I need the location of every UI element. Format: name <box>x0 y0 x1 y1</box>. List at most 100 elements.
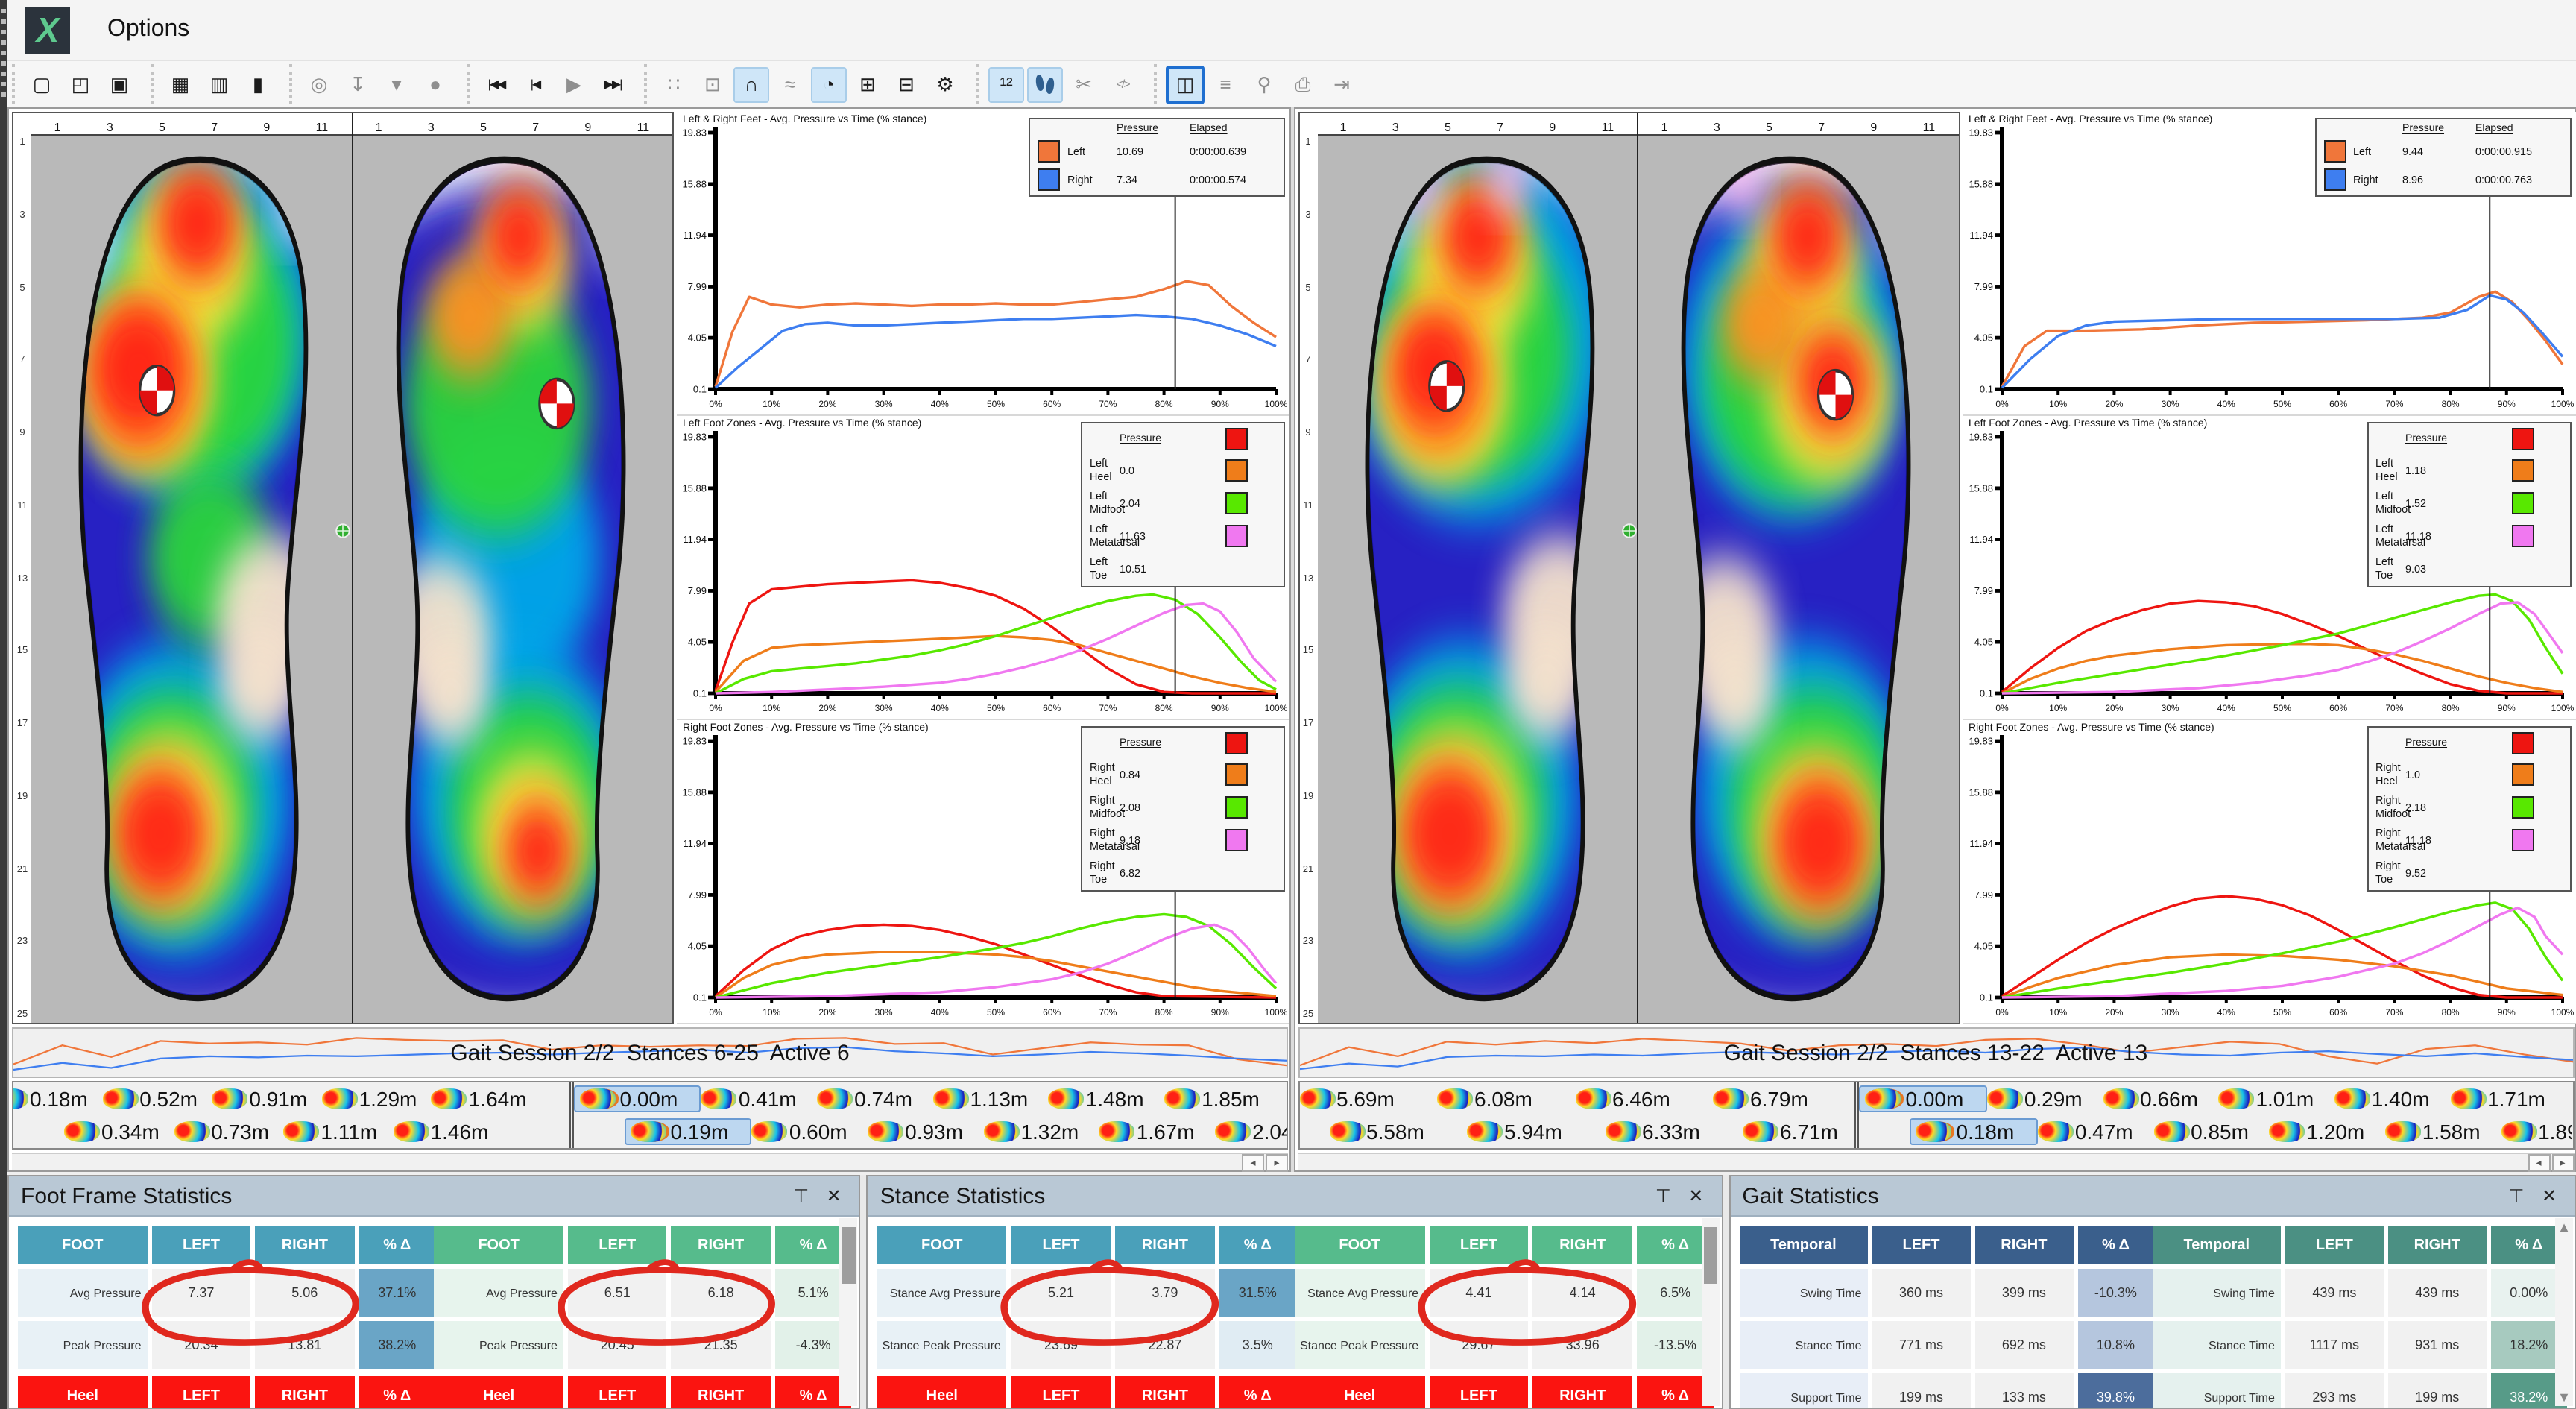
ellipse-icon[interactable]: ● <box>417 66 453 102</box>
step-back-icon[interactable]: |◀ <box>517 66 553 102</box>
scrollbar-thumb[interactable] <box>842 1227 856 1284</box>
stance-thumbnail-item[interactable]: 0.41m <box>701 1087 817 1111</box>
stance-thumbnail-item[interactable]: 6.08m <box>1437 1087 1575 1111</box>
stance-thumbnail-item[interactable]: 0.19m <box>625 1118 752 1145</box>
export-icon[interactable]: ⇥ <box>1324 66 1360 102</box>
peak-curve-icon[interactable]: ∩ <box>733 66 769 102</box>
record-icon[interactable]: ◎ <box>301 66 337 102</box>
stance-thumbnail-item[interactable]: 0.85m <box>2153 1120 2269 1144</box>
stance-thumbnail-item[interactable]: 1.01m <box>2218 1087 2334 1111</box>
stance-thumbnail-item[interactable]: 1.46m <box>394 1120 503 1144</box>
stance-thumbnail-item[interactable]: 0.93m <box>868 1120 983 1144</box>
stance-thumbnail-item[interactable]: 1.67m <box>1099 1120 1215 1144</box>
scissors-icon[interactable]: ✂ <box>1066 66 1102 102</box>
new-file-icon[interactable]: ▢ <box>24 66 60 102</box>
stance-thumbnail-item[interactable]: 2.04m <box>1215 1120 1287 1144</box>
scroll-right-button[interactable]: ▸ <box>2551 1153 2574 1171</box>
pin-icon[interactable]: ⊤ <box>2503 1182 2530 1209</box>
scroll-up-icon[interactable]: ▲ <box>2557 1218 2571 1236</box>
code-icon[interactable]: </> <box>1105 66 1140 102</box>
skip-to-end-icon[interactable]: ▶▶| <box>595 66 631 102</box>
stats-scrollbar[interactable] <box>840 1218 858 1406</box>
stats-titlebar[interactable]: Stance Statistics⊤✕ <box>868 1176 1722 1217</box>
stance-thumbnail-item[interactable]: 0.47m <box>2038 1120 2153 1144</box>
stance-thumbnail-item[interactable]: 0.52m <box>102 1087 212 1111</box>
stance-thumbnail-item[interactable]: 1.13m <box>932 1087 1048 1111</box>
stance-thumbnail-item[interactable]: 0.29m <box>1987 1087 2103 1111</box>
stats-scrollbar[interactable] <box>1702 1218 1720 1406</box>
pin-icon[interactable]: ⊤ <box>788 1182 815 1209</box>
stance-thumbnail-item[interactable]: 0.74m <box>817 1087 932 1111</box>
close-icon[interactable]: ✕ <box>2536 1182 2563 1209</box>
foot-canvas[interactable] <box>1317 136 1637 1023</box>
stance-thumbnail-item[interactable]: 5.58m <box>1329 1120 1467 1144</box>
stance-thumbnail-item[interactable]: 0.18m <box>13 1087 102 1111</box>
stance-thumbnail-item[interactable]: 0.73m <box>174 1120 283 1144</box>
play-icon[interactable]: ▶ <box>556 66 592 102</box>
foot-pressure-map-left[interactable] <box>36 140 347 1018</box>
stance-thumbnail-item[interactable]: 6.33m <box>1605 1120 1743 1144</box>
scroll-down-icon[interactable]: ▼ <box>2557 1388 2571 1406</box>
foot-pressure-map-right[interactable] <box>357 140 668 1018</box>
stance-thumbnail-item[interactable]: 6.46m <box>1575 1087 1713 1111</box>
horizontal-scrollbar[interactable]: ◂▸ <box>12 1153 1288 1170</box>
foot-canvas[interactable] <box>353 136 672 1023</box>
report-list-icon[interactable]: ≡ <box>1208 66 1243 102</box>
stance-thumbnail-item[interactable]: 0.34m <box>64 1120 174 1144</box>
menu-item-options[interactable]: Options <box>85 0 268 60</box>
frame-box-icon[interactable]: ⊡ <box>695 66 730 102</box>
skip-to-start-icon[interactable]: |◀◀ <box>479 66 514 102</box>
wave-icon[interactable]: ≈ <box>772 66 808 102</box>
window-copy-icon[interactable]: ◫ <box>1166 65 1205 104</box>
film-strip-icon[interactable]: ▥ <box>201 66 237 102</box>
stance-thumbnail-item[interactable]: 1.29m <box>322 1087 432 1111</box>
stance-thumbnail-item[interactable]: 1.58m <box>2385 1120 2501 1144</box>
save-icon[interactable]: ▣ <box>101 66 137 102</box>
stance-thumbnail-item[interactable]: 5.94m <box>1467 1120 1605 1144</box>
gear-icon[interactable]: ⚙ <box>927 66 963 102</box>
stance-thumbnail-item[interactable]: 0.91m <box>212 1087 321 1111</box>
stance-thumbnail-item[interactable]: 0.00m <box>1860 1085 1987 1112</box>
stance-numbers-icon[interactable]: ¹² <box>988 66 1024 102</box>
close-icon[interactable]: ✕ <box>821 1182 847 1209</box>
foot-pressure-map-left[interactable] <box>1322 140 1632 1018</box>
scroll-left-button[interactable]: ◂ <box>2528 1153 2550 1171</box>
chart-screen-icon[interactable]: ⊟ <box>888 66 924 102</box>
stance-thumbnail-item[interactable]: 1.11m <box>283 1120 393 1144</box>
stance-thumbnail-item[interactable]: 1.40m <box>2334 1087 2450 1111</box>
page-preview-icon[interactable]: ⚲ <box>1246 66 1282 102</box>
stance-thumbnail-item[interactable]: 6.71m <box>1743 1120 1860 1144</box>
scrollbar-thumb[interactable] <box>1704 1227 1717 1284</box>
dropdown-icon[interactable]: ▾ <box>379 66 414 102</box>
movie-edit-icon[interactable]: ▦ <box>162 66 198 102</box>
stance-thumbnail-item[interactable]: 0.60m <box>752 1120 868 1144</box>
stance-thumbnail-item[interactable]: 1.20m <box>2269 1120 2384 1144</box>
feet-icon[interactable] <box>1027 66 1063 102</box>
stance-thumbnail-item[interactable]: 0.00m <box>574 1085 701 1112</box>
stats-titlebar[interactable]: Gait Statistics⊤✕ <box>1730 1176 2575 1217</box>
close-icon[interactable]: ✕ <box>1682 1182 1709 1209</box>
print-icon[interactable]: ⎙ <box>1285 66 1321 102</box>
pin-icon[interactable]: ⊤ <box>1650 1182 1676 1209</box>
stance-thumbnail-item[interactable]: 1.85m <box>1164 1087 1280 1111</box>
stance-thumbnail-item[interactable]: 0.18m <box>1910 1118 2038 1145</box>
stance-thumbnail-item[interactable]: 1.32m <box>983 1120 1099 1144</box>
stance-thumbnail-item[interactable]: 0.66m <box>2103 1087 2218 1111</box>
stance-thumbnail-item[interactable]: 1.89m <box>2501 1120 2572 1144</box>
stance-thumbnail-item[interactable]: 1.64m <box>432 1087 541 1111</box>
horizontal-scrollbar[interactable]: ◂▸ <box>1298 1153 2574 1170</box>
pie-icon[interactable]: ◔ <box>811 66 847 102</box>
stance-thumbnail-item[interactable]: 1.71m <box>2450 1087 2566 1111</box>
download-icon[interactable]: ↧ <box>340 66 376 102</box>
foot-pressure-map-right[interactable] <box>1643 140 1954 1018</box>
scroll-right-button[interactable]: ▸ <box>1266 1153 1288 1171</box>
stats-titlebar[interactable]: Foot Frame Statistics⊤✕ <box>9 1176 859 1217</box>
stance-thumbnail-item[interactable]: 5.69m <box>1299 1087 1437 1111</box>
open-folder-icon[interactable]: ◰ <box>63 66 98 102</box>
foot-canvas[interactable] <box>31 136 351 1023</box>
scroll-left-button[interactable]: ◂ <box>1242 1153 1264 1171</box>
stats-scrollbar[interactable]: ▲▼ <box>2555 1218 2573 1406</box>
stance-thumbnail-item[interactable]: 6.79m <box>1713 1087 1851 1111</box>
dots-grid-icon[interactable]: ∷ <box>656 66 692 102</box>
foot-canvas[interactable] <box>1638 136 1958 1023</box>
